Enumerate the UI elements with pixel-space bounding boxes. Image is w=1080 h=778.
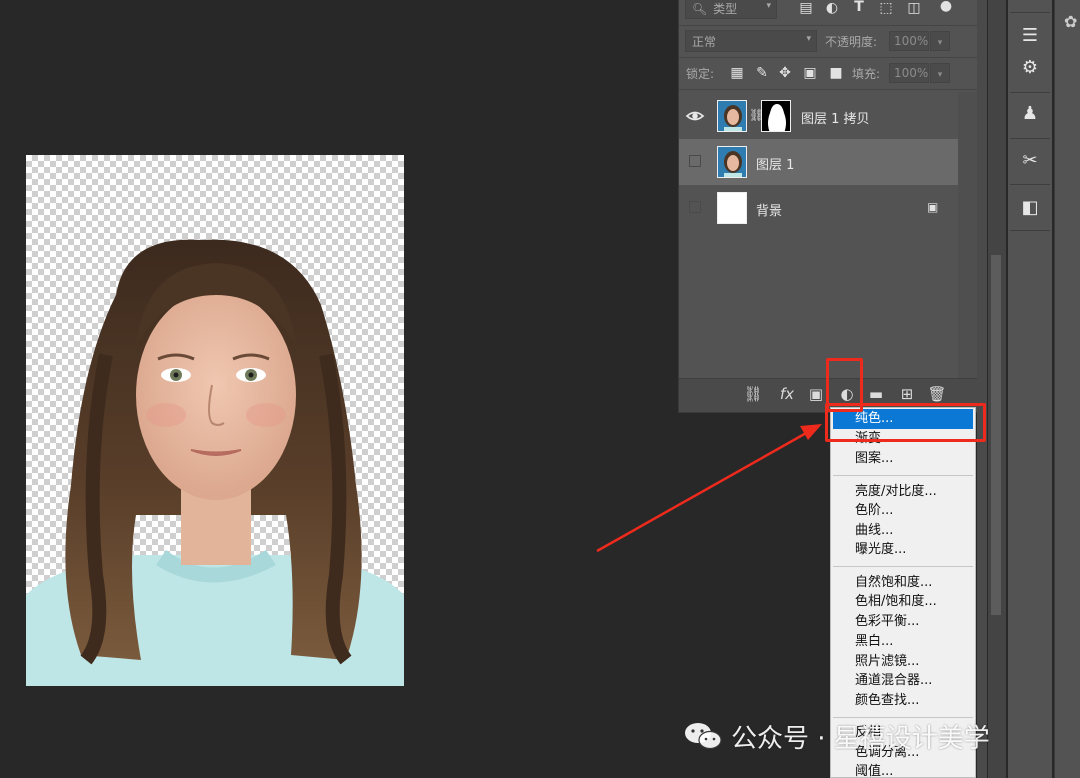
- lock-transparent-icon[interactable]: ▦: [728, 65, 746, 81]
- add-mask-icon[interactable]: ▣: [805, 385, 827, 403]
- menu-item-threshold[interactable]: 阈值...: [831, 762, 975, 777]
- menu-item-pattern[interactable]: 图案...: [831, 449, 975, 469]
- scissors-icon[interactable]: ✂: [1012, 143, 1048, 179]
- menu-item-brightness-contrast[interactable]: 亮度/对比度...: [831, 482, 975, 502]
- menu-item-channel-mixer[interactable]: 通道混合器...: [831, 671, 975, 691]
- filter-pixel-icon[interactable]: ▤: [797, 0, 815, 16]
- lock-icon: ▣: [927, 200, 939, 214]
- layer-thumbnail: [717, 100, 747, 132]
- lock-brush-icon[interactable]: ✎: [753, 65, 771, 81]
- visibility-toggle[interactable]: [689, 155, 701, 167]
- menu-item-curves[interactable]: 曲线...: [831, 521, 975, 541]
- chevron-down-icon: ▾: [766, 1, 771, 11]
- watermark-text: 公众号 · 星禧设计美学: [731, 723, 990, 754]
- frame-icon[interactable]: ◧: [1012, 190, 1048, 226]
- opacity-input[interactable]: 100%: [889, 31, 929, 51]
- new-group-icon[interactable]: ▬: [865, 385, 887, 403]
- filter-shape-icon[interactable]: ⬚: [877, 0, 895, 16]
- lock-all-icon[interactable]: ■: [827, 65, 845, 81]
- layer-name: 背景: [756, 204, 783, 219]
- opacity-label: 不透明度:: [825, 35, 878, 49]
- fill-input[interactable]: 100%: [889, 63, 929, 83]
- portrait-image: [26, 239, 404, 686]
- clone-source-icon[interactable]: ♟: [1012, 96, 1048, 132]
- menu-item-hue-saturation[interactable]: 色相/饱和度...: [831, 592, 975, 612]
- layer-row[interactable]: 图层 1: [679, 139, 958, 185]
- adjustments-sliders-icon[interactable]: ⚙: [1012, 50, 1048, 86]
- layer-name: 图层 1: [756, 158, 795, 173]
- panel-scrollbar-thumb[interactable]: [991, 255, 1001, 615]
- lock-move-icon[interactable]: ✥: [776, 65, 794, 81]
- watermark: 公众号 · 星禧设计美学: [683, 716, 990, 756]
- visibility-toggle[interactable]: [689, 201, 701, 213]
- layers-panel: 🔍︎ 类型 ▾ ▤ ◐ T ⬚ ◫ ● 正常 ▾ 不透明度: 100% ▾ 锁定…: [678, 0, 978, 413]
- layers-scrollbar[interactable]: [958, 92, 978, 378]
- layer-name: 图层 1 拷贝: [801, 112, 870, 127]
- menu-item-photo-filter[interactable]: 照片滤镜...: [831, 652, 975, 672]
- link-layers-icon[interactable]: ⛓: [742, 385, 764, 403]
- layer-mask-thumbnail[interactable]: [761, 100, 791, 132]
- wechat-icon: [685, 723, 722, 750]
- fx-icon[interactable]: fx: [776, 385, 798, 403]
- eye-icon[interactable]: [685, 107, 705, 125]
- chevron-down-icon: ▾: [806, 34, 811, 44]
- brush-settings-icon[interactable]: ☰: [1012, 18, 1048, 54]
- filter-toggle-icon[interactable]: ●: [937, 0, 955, 14]
- filter-adjustment-icon[interactable]: ◐: [823, 0, 841, 16]
- annotation-box-solid-color: [825, 403, 986, 442]
- menu-item-color-lookup[interactable]: 颜色查找...: [831, 691, 975, 711]
- search-icon: 🔍︎: [692, 2, 708, 16]
- menu-item-black-white[interactable]: 黑白...: [831, 632, 975, 652]
- opacity-dropdown[interactable]: ▾: [930, 31, 950, 51]
- layer-row[interactable]: 背景 ▣: [679, 185, 958, 231]
- chevron-down-icon: ▾: [937, 38, 943, 48]
- menu-item-vibrance[interactable]: 自然饱和度...: [831, 573, 975, 593]
- layer-filter-select[interactable]: 🔍︎ 类型 ▾: [685, 0, 777, 19]
- layer-row[interactable]: ⛓ 图层 1 拷贝: [679, 93, 958, 139]
- layer-thumbnail: [717, 192, 747, 224]
- new-layer-icon[interactable]: ⊞: [896, 385, 918, 403]
- filter-type-icon[interactable]: T: [850, 0, 868, 15]
- fill-dropdown[interactable]: ▾: [930, 63, 950, 83]
- menu-item-color-balance[interactable]: 色彩平衡...: [831, 612, 975, 632]
- layer-thumbnail: [717, 146, 747, 178]
- lock-artboard-icon[interactable]: ▣: [801, 65, 819, 81]
- lock-label: 锁定:: [686, 67, 715, 81]
- far-right-strip: [1054, 0, 1080, 778]
- blend-mode-select[interactable]: 正常 ▾: [685, 30, 817, 52]
- trash-icon[interactable]: 🗑︎: [926, 385, 948, 403]
- menu-item-exposure[interactable]: 曝光度...: [831, 540, 975, 560]
- filter-smartobject-icon[interactable]: ◫: [905, 0, 923, 16]
- fill-label: 填充:: [852, 67, 881, 81]
- chevron-down-icon: ▾: [937, 70, 943, 80]
- menu-item-levels[interactable]: 色阶...: [831, 501, 975, 521]
- document-canvas[interactable]: [26, 155, 404, 686]
- blend-mode-value: 正常: [692, 35, 717, 49]
- swatches-icon[interactable]: ✿: [1064, 12, 1077, 31]
- panel-divider: [977, 0, 987, 778]
- layer-filter-value: 类型: [713, 2, 738, 16]
